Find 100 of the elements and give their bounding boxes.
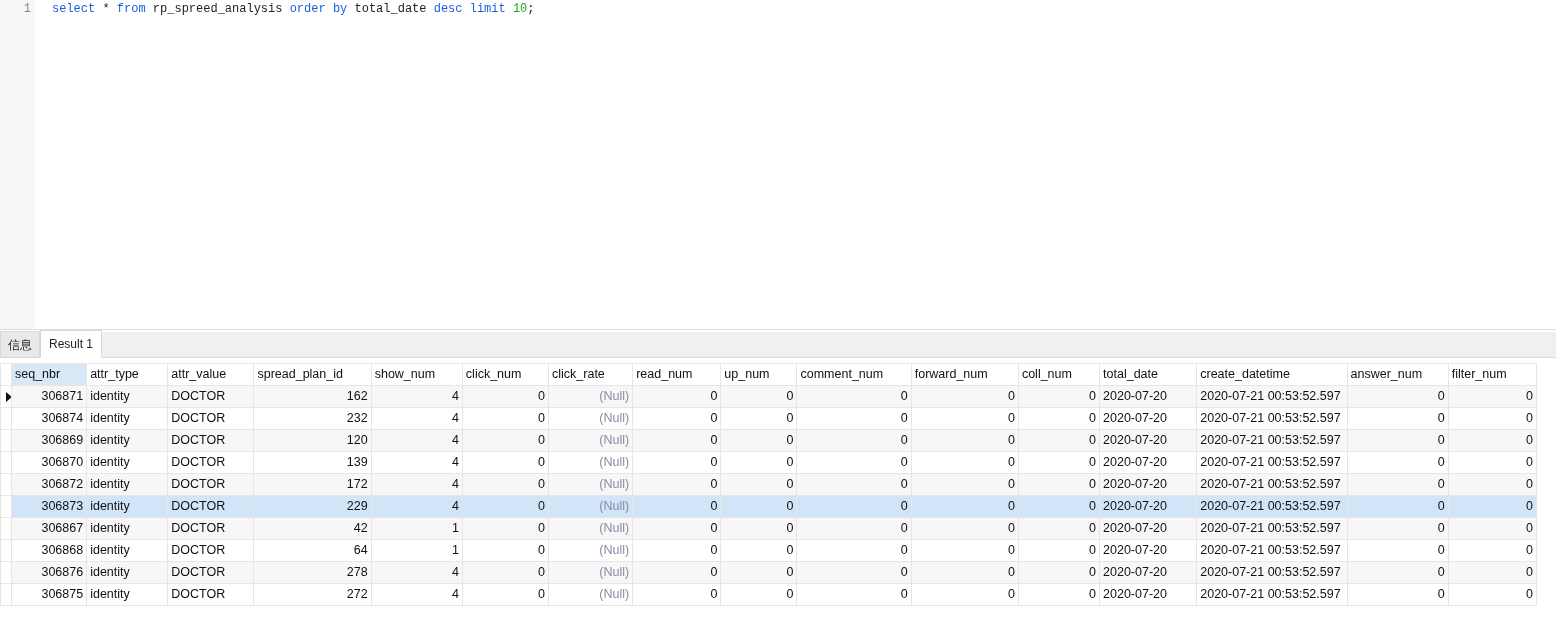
table-cell: 0 xyxy=(1448,583,1537,606)
table-cell: 64 xyxy=(253,539,372,562)
table-cell: (Null) xyxy=(548,495,633,518)
table-cell: DOCTOR xyxy=(167,473,254,496)
table-cell: 0 xyxy=(797,517,912,540)
table-cell: DOCTOR xyxy=(167,539,254,562)
table-cell: DOCTOR xyxy=(167,451,254,474)
table-cell: 0 xyxy=(1347,407,1449,430)
column-header[interactable]: create_datetime xyxy=(1196,363,1348,386)
table-cell: 229 xyxy=(253,495,372,518)
table-cell: 0 xyxy=(1448,429,1537,452)
table-cell: 0 xyxy=(911,539,1019,562)
table-cell: 306869 xyxy=(11,429,87,452)
table-cell: (Null) xyxy=(548,517,633,540)
table-cell: 0 xyxy=(720,583,797,606)
table-cell: identity xyxy=(86,495,168,518)
table-cell: 0 xyxy=(1347,561,1449,584)
table-cell: 0 xyxy=(462,517,549,540)
table-cell: 0 xyxy=(1448,495,1537,518)
table-cell: 0 xyxy=(462,539,549,562)
table-cell: 0 xyxy=(462,385,549,408)
table-cell: identity xyxy=(86,539,168,562)
column-header[interactable]: seq_nbr xyxy=(11,363,87,386)
table-cell: DOCTOR xyxy=(167,561,254,584)
table-cell: 306876 xyxy=(11,561,87,584)
table-cell: 2020-07-20 xyxy=(1099,583,1197,606)
column-header[interactable]: answer_num xyxy=(1347,363,1449,386)
table-cell: 0 xyxy=(911,495,1019,518)
table-cell: 0 xyxy=(1347,429,1449,452)
column-header[interactable]: spread_plan_id xyxy=(253,363,372,386)
table-cell: 4 xyxy=(371,407,463,430)
table-cell: 0 xyxy=(632,429,721,452)
column-header[interactable]: attr_type xyxy=(86,363,168,386)
table-cell: 2020-07-20 xyxy=(1099,495,1197,518)
table-cell: 0 xyxy=(462,583,549,606)
column-header[interactable]: read_num xyxy=(632,363,721,386)
table-cell: 0 xyxy=(462,451,549,474)
table-cell: 0 xyxy=(632,561,721,584)
table-cell: 0 xyxy=(1347,517,1449,540)
column-header[interactable]: comment_num xyxy=(797,363,912,386)
table-cell: 0 xyxy=(911,583,1019,606)
table-cell: 0 xyxy=(1347,539,1449,562)
table-cell: (Null) xyxy=(548,385,633,408)
table-cell: 2020-07-20 xyxy=(1099,473,1197,496)
table-cell: 0 xyxy=(632,539,721,562)
column-header[interactable]: up_num xyxy=(720,363,797,386)
table-cell: 306870 xyxy=(11,451,87,474)
table-cell: 4 xyxy=(371,561,463,584)
table-cell: 4 xyxy=(371,495,463,518)
table-cell: 0 xyxy=(720,429,797,452)
table-cell: 0 xyxy=(797,429,912,452)
table-cell: 0 xyxy=(1448,517,1537,540)
table-cell: 2020-07-21 00:53:52.597 xyxy=(1196,451,1348,474)
table-cell: 2020-07-21 00:53:52.597 xyxy=(1196,385,1348,408)
table-cell: identity xyxy=(86,429,168,452)
column-header[interactable]: total_date xyxy=(1099,363,1197,386)
table-cell: identity xyxy=(86,385,168,408)
column-header[interactable]: click_rate xyxy=(548,363,633,386)
column-header[interactable]: click_num xyxy=(462,363,549,386)
result-tab[interactable]: Result 1 xyxy=(40,330,103,358)
table-cell: 232 xyxy=(253,407,372,430)
table-cell: identity xyxy=(86,473,168,496)
table-cell: 0 xyxy=(797,561,912,584)
table-cell: 2020-07-20 xyxy=(1099,539,1197,562)
table-cell: 0 xyxy=(462,473,549,496)
table-cell: 0 xyxy=(1448,561,1537,584)
table-cell: 0 xyxy=(1347,385,1449,408)
table-cell: 306875 xyxy=(11,583,87,606)
table-cell: 2020-07-21 00:53:52.597 xyxy=(1196,539,1348,562)
table-cell: 0 xyxy=(911,561,1019,584)
table-cell: 0 xyxy=(462,495,549,518)
table-cell: 2020-07-20 xyxy=(1099,451,1197,474)
table-cell: (Null) xyxy=(548,429,633,452)
table-cell: 306872 xyxy=(11,473,87,496)
column-header[interactable]: show_num xyxy=(371,363,463,386)
table-cell: (Null) xyxy=(548,451,633,474)
table-cell: DOCTOR xyxy=(167,495,254,518)
table-cell: 4 xyxy=(371,429,463,452)
table-cell: (Null) xyxy=(548,583,633,606)
table-cell: DOCTOR xyxy=(167,583,254,606)
table-cell: 0 xyxy=(911,451,1019,474)
table-cell: 2020-07-20 xyxy=(1099,407,1197,430)
column-header[interactable]: coll_num xyxy=(1018,363,1100,386)
table-cell: 2020-07-21 00:53:52.597 xyxy=(1196,473,1348,496)
table-cell: 2020-07-21 00:53:52.597 xyxy=(1196,517,1348,540)
table-cell: 0 xyxy=(797,451,912,474)
table-cell: identity xyxy=(86,583,168,606)
column-header[interactable]: forward_num xyxy=(911,363,1019,386)
table-cell: 4 xyxy=(371,473,463,496)
column-header[interactable]: filter_num xyxy=(1448,363,1537,386)
table-cell: 0 xyxy=(1347,451,1449,474)
table-cell: 0 xyxy=(1347,495,1449,518)
table-cell: 0 xyxy=(462,429,549,452)
table-cell: 0 xyxy=(1347,583,1449,606)
result-tab[interactable]: 信息 xyxy=(0,331,40,358)
table-cell: 0 xyxy=(911,429,1019,452)
table-cell: 172 xyxy=(253,473,372,496)
table-cell: 0 xyxy=(632,583,721,606)
column-header[interactable]: attr_value xyxy=(167,363,254,386)
table-cell: 2020-07-20 xyxy=(1099,429,1197,452)
